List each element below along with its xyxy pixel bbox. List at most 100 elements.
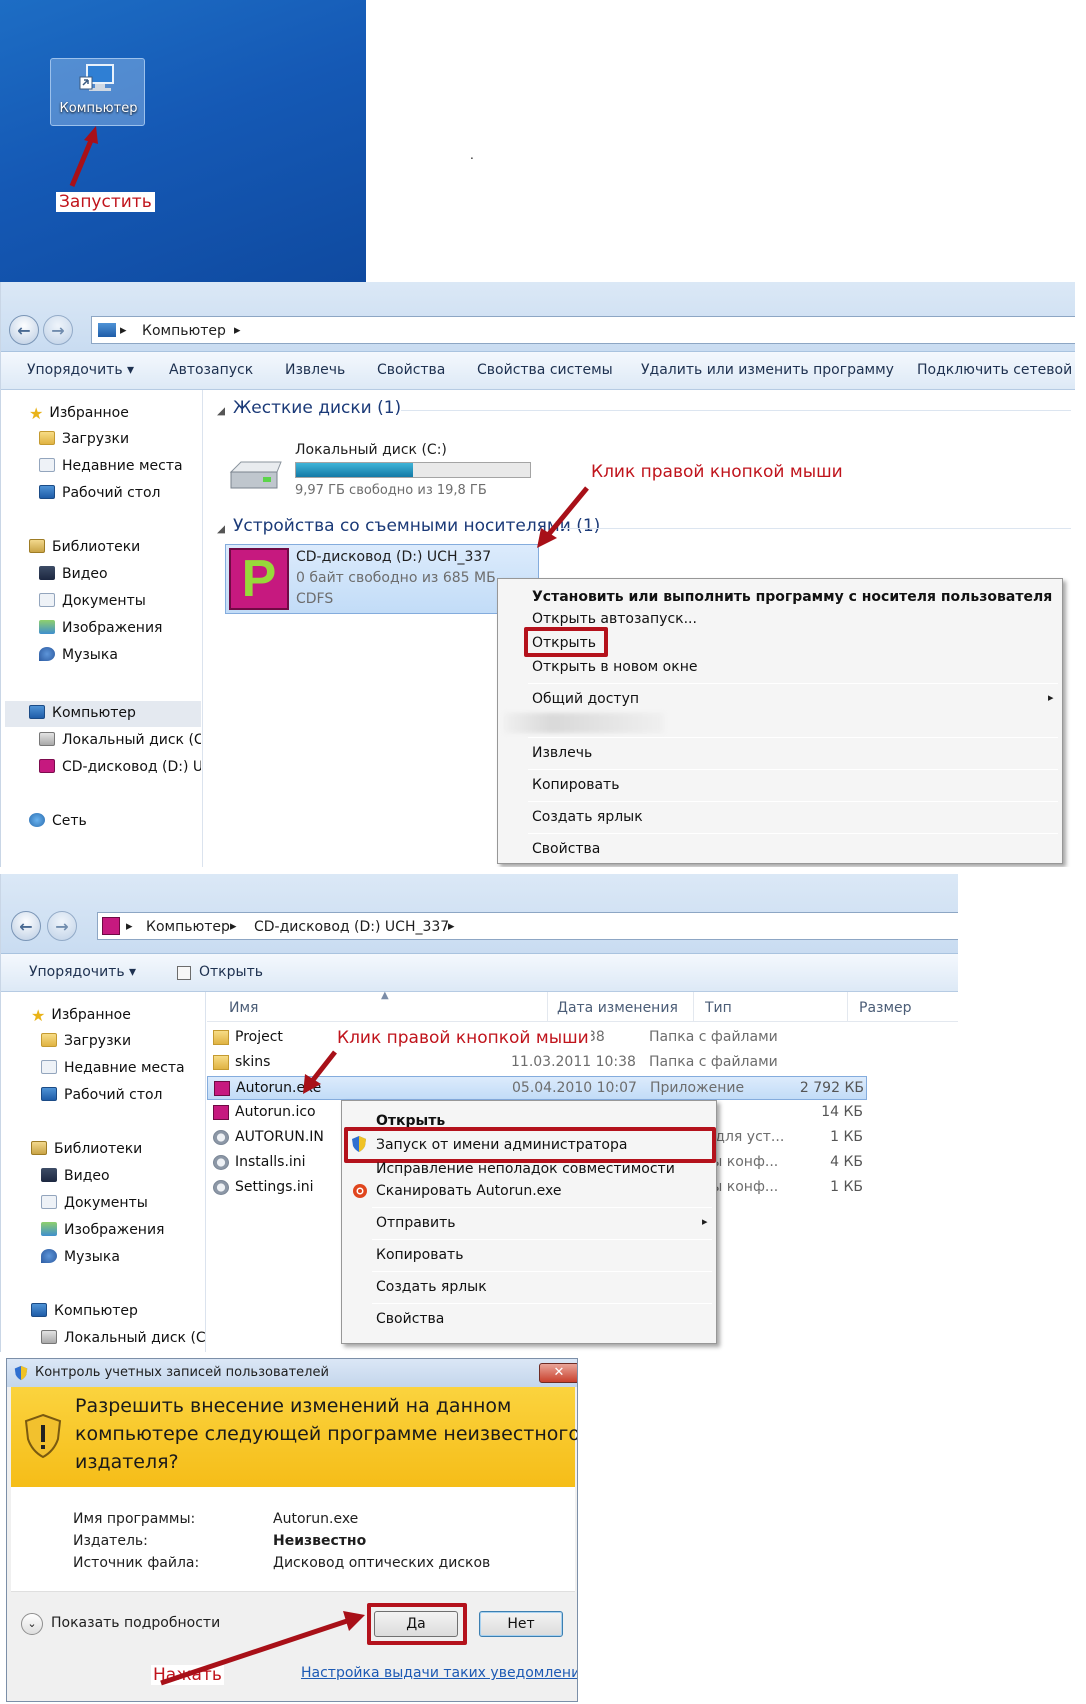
settings-file-icon: [213, 1130, 229, 1145]
nav-music[interactable]: Музыка: [39, 647, 118, 663]
menu-open-autoplay[interactable]: Открыть автозапуск...: [532, 611, 697, 627]
file-size: 4 КБ: [830, 1154, 863, 1170]
documents-icon: [41, 1195, 57, 1209]
nav-images[interactable]: Изображения: [39, 620, 162, 636]
forward-button[interactable]: →: [47, 911, 77, 941]
cd-drive-tile[interactable]: P CD-дисковод (D:) UCH_337 0 байт свобод…: [225, 544, 539, 614]
menu-properties[interactable]: Свойства: [376, 1311, 444, 1327]
expand-details-icon[interactable]: ⌄: [21, 1613, 43, 1635]
cd-drive-free: 0 байт свободно из 685 МБ: [296, 570, 496, 586]
menu-sharing[interactable]: Общий доступ: [532, 691, 639, 707]
network-icon: [29, 813, 45, 827]
uac-title-bar: Контроль учетных записей пользователей ✕: [7, 1359, 577, 1387]
nav-local-disk[interactable]: Локальный диск (C:): [41, 1330, 206, 1346]
organize-button[interactable]: Упорядочить ▾: [29, 964, 136, 980]
command-bar: Упорядочить ▾ Автозапуск Извлечь Свойств…: [1, 352, 1075, 390]
command-bar: Упорядочить ▾ Открыть: [1, 954, 958, 992]
nav-documents[interactable]: Документы: [39, 593, 146, 609]
map-network-drive-button[interactable]: Подключить сетевой д: [917, 362, 1075, 378]
nav-computer[interactable]: Компьютер: [31, 1303, 138, 1319]
nav-favorites[interactable]: ★ Избранное: [31, 1006, 131, 1023]
autoplay-button[interactable]: Автозапуск: [169, 362, 253, 378]
star-icon: ★: [29, 404, 44, 421]
recent-places-icon: [39, 458, 55, 472]
nav-video[interactable]: Видео: [39, 566, 108, 582]
nav-recent-places[interactable]: Недавние места: [39, 458, 183, 474]
back-button[interactable]: ←: [11, 911, 41, 941]
menu-create-shortcut[interactable]: Создать ярлык: [532, 809, 643, 825]
file-row[interactable]: skins 11.03.2011 10:38 Папка с файлами: [207, 1051, 867, 1075]
nav-libraries[interactable]: Библиотеки: [29, 539, 140, 555]
notification-settings-link[interactable]: Настройка выдачи таких уведомлений: [301, 1665, 577, 1681]
column-size[interactable]: Размер: [859, 1000, 912, 1016]
file-source-label: Источник файла:: [73, 1555, 200, 1571]
collapse-arrow[interactable]: ◢: [217, 522, 225, 535]
downloads-folder-icon: [41, 1033, 57, 1047]
column-date[interactable]: Дата изменения: [557, 1000, 678, 1016]
nav-music[interactable]: Музыка: [41, 1249, 120, 1265]
back-button[interactable]: ←: [9, 315, 39, 345]
menu-scan-file[interactable]: Сканировать Autorun.exe: [376, 1183, 562, 1199]
uninstall-program-button[interactable]: Удалить или изменить программу: [641, 362, 894, 378]
organize-button[interactable]: Упорядочить ▾: [27, 362, 134, 378]
menu-eject[interactable]: Извлечь: [532, 745, 592, 761]
nav-downloads[interactable]: Загрузки: [39, 431, 129, 447]
show-details-button[interactable]: Показать подробности: [51, 1615, 220, 1631]
forward-button[interactable]: →: [43, 315, 73, 345]
menu-send-to[interactable]: Отправить: [376, 1215, 456, 1231]
nav-network[interactable]: Сеть: [29, 813, 87, 829]
nav-favorites[interactable]: ★ Избранное: [29, 404, 129, 421]
file-name: Installs.ini: [235, 1154, 306, 1170]
address-box[interactable]: ▸ Компьютер ▸ CD-дисковод (D:) UCH_337 ▸: [97, 912, 958, 940]
computer-icon: [98, 323, 116, 337]
no-button[interactable]: Нет: [479, 1611, 563, 1637]
menu-install-run[interactable]: Установить или выполнить программу с нос…: [532, 589, 1052, 605]
address-box[interactable]: ▸ Компьютер ▸: [91, 316, 1075, 344]
collapse-arrow[interactable]: ◢: [217, 404, 225, 417]
hard-disks-header[interactable]: Жесткие диски (1): [233, 398, 401, 418]
breadcrumb-computer[interactable]: Компьютер: [142, 323, 226, 339]
stray-dot: .: [470, 148, 474, 162]
computer-desktop-icon[interactable]: Компьютер: [50, 58, 145, 126]
nav-downloads[interactable]: Загрузки: [41, 1033, 131, 1049]
nav-video[interactable]: Видео: [41, 1168, 110, 1184]
nav-images[interactable]: Изображения: [41, 1222, 164, 1238]
column-name[interactable]: Имя: [229, 1000, 258, 1016]
menu-create-shortcut[interactable]: Создать ярлык: [376, 1279, 487, 1295]
nav-libraries[interactable]: Библиотеки: [31, 1141, 142, 1157]
open-button[interactable]: Открыть: [199, 964, 263, 980]
file-size: 1 КБ: [830, 1129, 863, 1145]
local-disk-name[interactable]: Локальный диск (C:): [295, 442, 447, 458]
file-row[interactable]: Autorun.exe 05.04.2010 10:07 Приложение 2 7…: [207, 1076, 867, 1100]
press-annotation: Нажать: [151, 1665, 224, 1685]
local-disk-usage-bar: [295, 462, 531, 478]
removable-devices-header[interactable]: Устройства со съемными носителями (1): [233, 516, 600, 536]
cd-drive-p-icon: P: [229, 548, 289, 610]
close-button[interactable]: ✕: [539, 1363, 577, 1383]
menu-open-new-window[interactable]: Открыть в новом окне: [532, 659, 697, 675]
images-icon: [41, 1222, 57, 1236]
eject-button[interactable]: Извлечь: [285, 362, 345, 378]
nav-desktop[interactable]: Рабочий стол: [41, 1087, 163, 1103]
local-disk-icon: [41, 1330, 57, 1344]
menu-properties[interactable]: Свойства: [532, 841, 600, 857]
menu-copy[interactable]: Копировать: [532, 777, 619, 793]
menu-copy[interactable]: Копировать: [376, 1247, 463, 1263]
system-properties-button[interactable]: Свойства системы: [477, 362, 613, 378]
nav-cd-drive[interactable]: CD-дисковод (D:) UC: [39, 759, 201, 775]
breadcrumb-cd-drive[interactable]: CD-дисковод (D:) UCH_337: [254, 919, 449, 935]
nav-recent-places[interactable]: Недавние места: [41, 1060, 185, 1076]
menu-compat-troubleshoot[interactable]: Исправление неполадок совместимости: [376, 1161, 675, 1177]
column-type[interactable]: Тип: [705, 1000, 732, 1016]
breadcrumb-arrow: ▸: [120, 323, 127, 338]
publisher-label: Издатель:: [73, 1533, 148, 1549]
computer-icon: [31, 1303, 47, 1317]
properties-button[interactable]: Свойства: [377, 362, 445, 378]
nav-computer[interactable]: Компьютер: [29, 705, 136, 721]
breadcrumb-arrow: ▸: [448, 919, 455, 934]
nav-local-disk[interactable]: Локальный диск (C:): [39, 732, 201, 748]
drive-context-menu: Установить или выполнить программу с нос…: [497, 578, 1063, 864]
nav-desktop[interactable]: Рабочий стол: [39, 485, 161, 501]
breadcrumb-computer[interactable]: Компьютер: [146, 919, 230, 935]
nav-documents[interactable]: Документы: [41, 1195, 148, 1211]
